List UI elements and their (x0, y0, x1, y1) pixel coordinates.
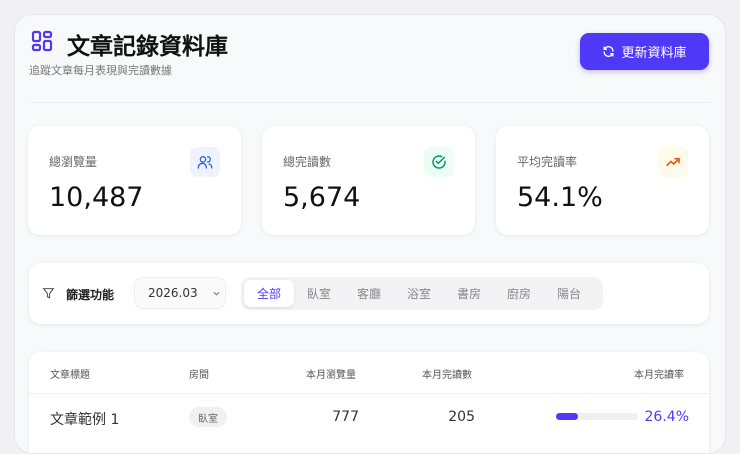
column-header-rate: 本月完讀率 (634, 370, 684, 381)
tab-study[interactable]: 書房 (444, 280, 494, 307)
stat-card-total-reads: 總完讀數 5,674 (262, 126, 475, 235)
articles-table: 文章標題 房間 本月瀏覽量 本月完讀數 本月完讀率 文章範例 1 臥室 777 … (29, 352, 709, 453)
stat-card-total-views: 總瀏覽量 10,487 (28, 126, 241, 235)
column-header-reads: 本月完讀數 (422, 370, 472, 381)
page-subtitle: 追蹤文章每月表現與完讀數據 (29, 64, 172, 77)
views-cell: 777 (332, 409, 359, 425)
stat-label: 總瀏覽量 (49, 155, 98, 169)
page-title: 文章記錄資料庫 (67, 34, 228, 60)
tab-bathroom[interactable]: 浴室 (394, 280, 444, 307)
refresh-database-button[interactable]: 更新資料庫 (580, 33, 709, 70)
refresh-icon (603, 46, 614, 57)
trending-up-icon (658, 147, 688, 177)
filter-bar: 篩選功能 2026.03 全部 臥室 客廳 浴室 書房 廚房 陽台 (29, 263, 709, 324)
tab-bedroom[interactable]: 臥室 (294, 280, 344, 307)
filter-icon (42, 288, 55, 299)
refresh-label: 更新資料庫 (621, 46, 687, 61)
stat-card-avg-read-rate: 平均完讀率 54.1% (496, 126, 709, 235)
chevron-down-icon (213, 291, 220, 296)
tab-living-room[interactable]: 客廳 (344, 280, 394, 307)
stat-label: 總完讀數 (283, 155, 332, 169)
month-select[interactable]: 2026.03 (134, 277, 226, 309)
users-icon (190, 147, 220, 177)
header-divider (29, 102, 711, 103)
room-tabs: 全部 臥室 客廳 浴室 書房 廚房 陽台 (241, 277, 603, 310)
column-header-views: 本月瀏覽量 (306, 370, 356, 381)
header-divider (29, 393, 709, 394)
read-rate-bar (556, 413, 638, 420)
stat-value: 10,487 (49, 182, 144, 213)
room-badge: 臥室 (189, 407, 227, 427)
check-circle-icon (424, 147, 454, 177)
grid-icon (31, 30, 53, 52)
tab-balcony[interactable]: 陽台 (544, 280, 594, 307)
rate-cell: 26.4% (644, 409, 689, 425)
stat-value: 54.1% (517, 182, 603, 213)
tab-all[interactable]: 全部 (244, 280, 294, 307)
stat-value: 5,674 (283, 182, 361, 213)
column-header-title: 文章標題 (50, 370, 90, 381)
month-value: 2026.03 (148, 286, 198, 300)
article-title: 文章範例 1 (50, 412, 120, 428)
column-header-room: 房間 (189, 370, 209, 381)
read-rate-fill (556, 413, 578, 420)
stat-label: 平均完讀率 (517, 155, 578, 169)
tab-kitchen[interactable]: 廚房 (494, 280, 544, 307)
dashboard-panel: 文章記錄資料庫 追蹤文章每月表現與完讀數據 更新資料庫 總瀏覽量 10,487 … (14, 14, 726, 454)
reads-cell: 205 (448, 409, 475, 425)
filter-label: 篩選功能 (66, 288, 115, 302)
